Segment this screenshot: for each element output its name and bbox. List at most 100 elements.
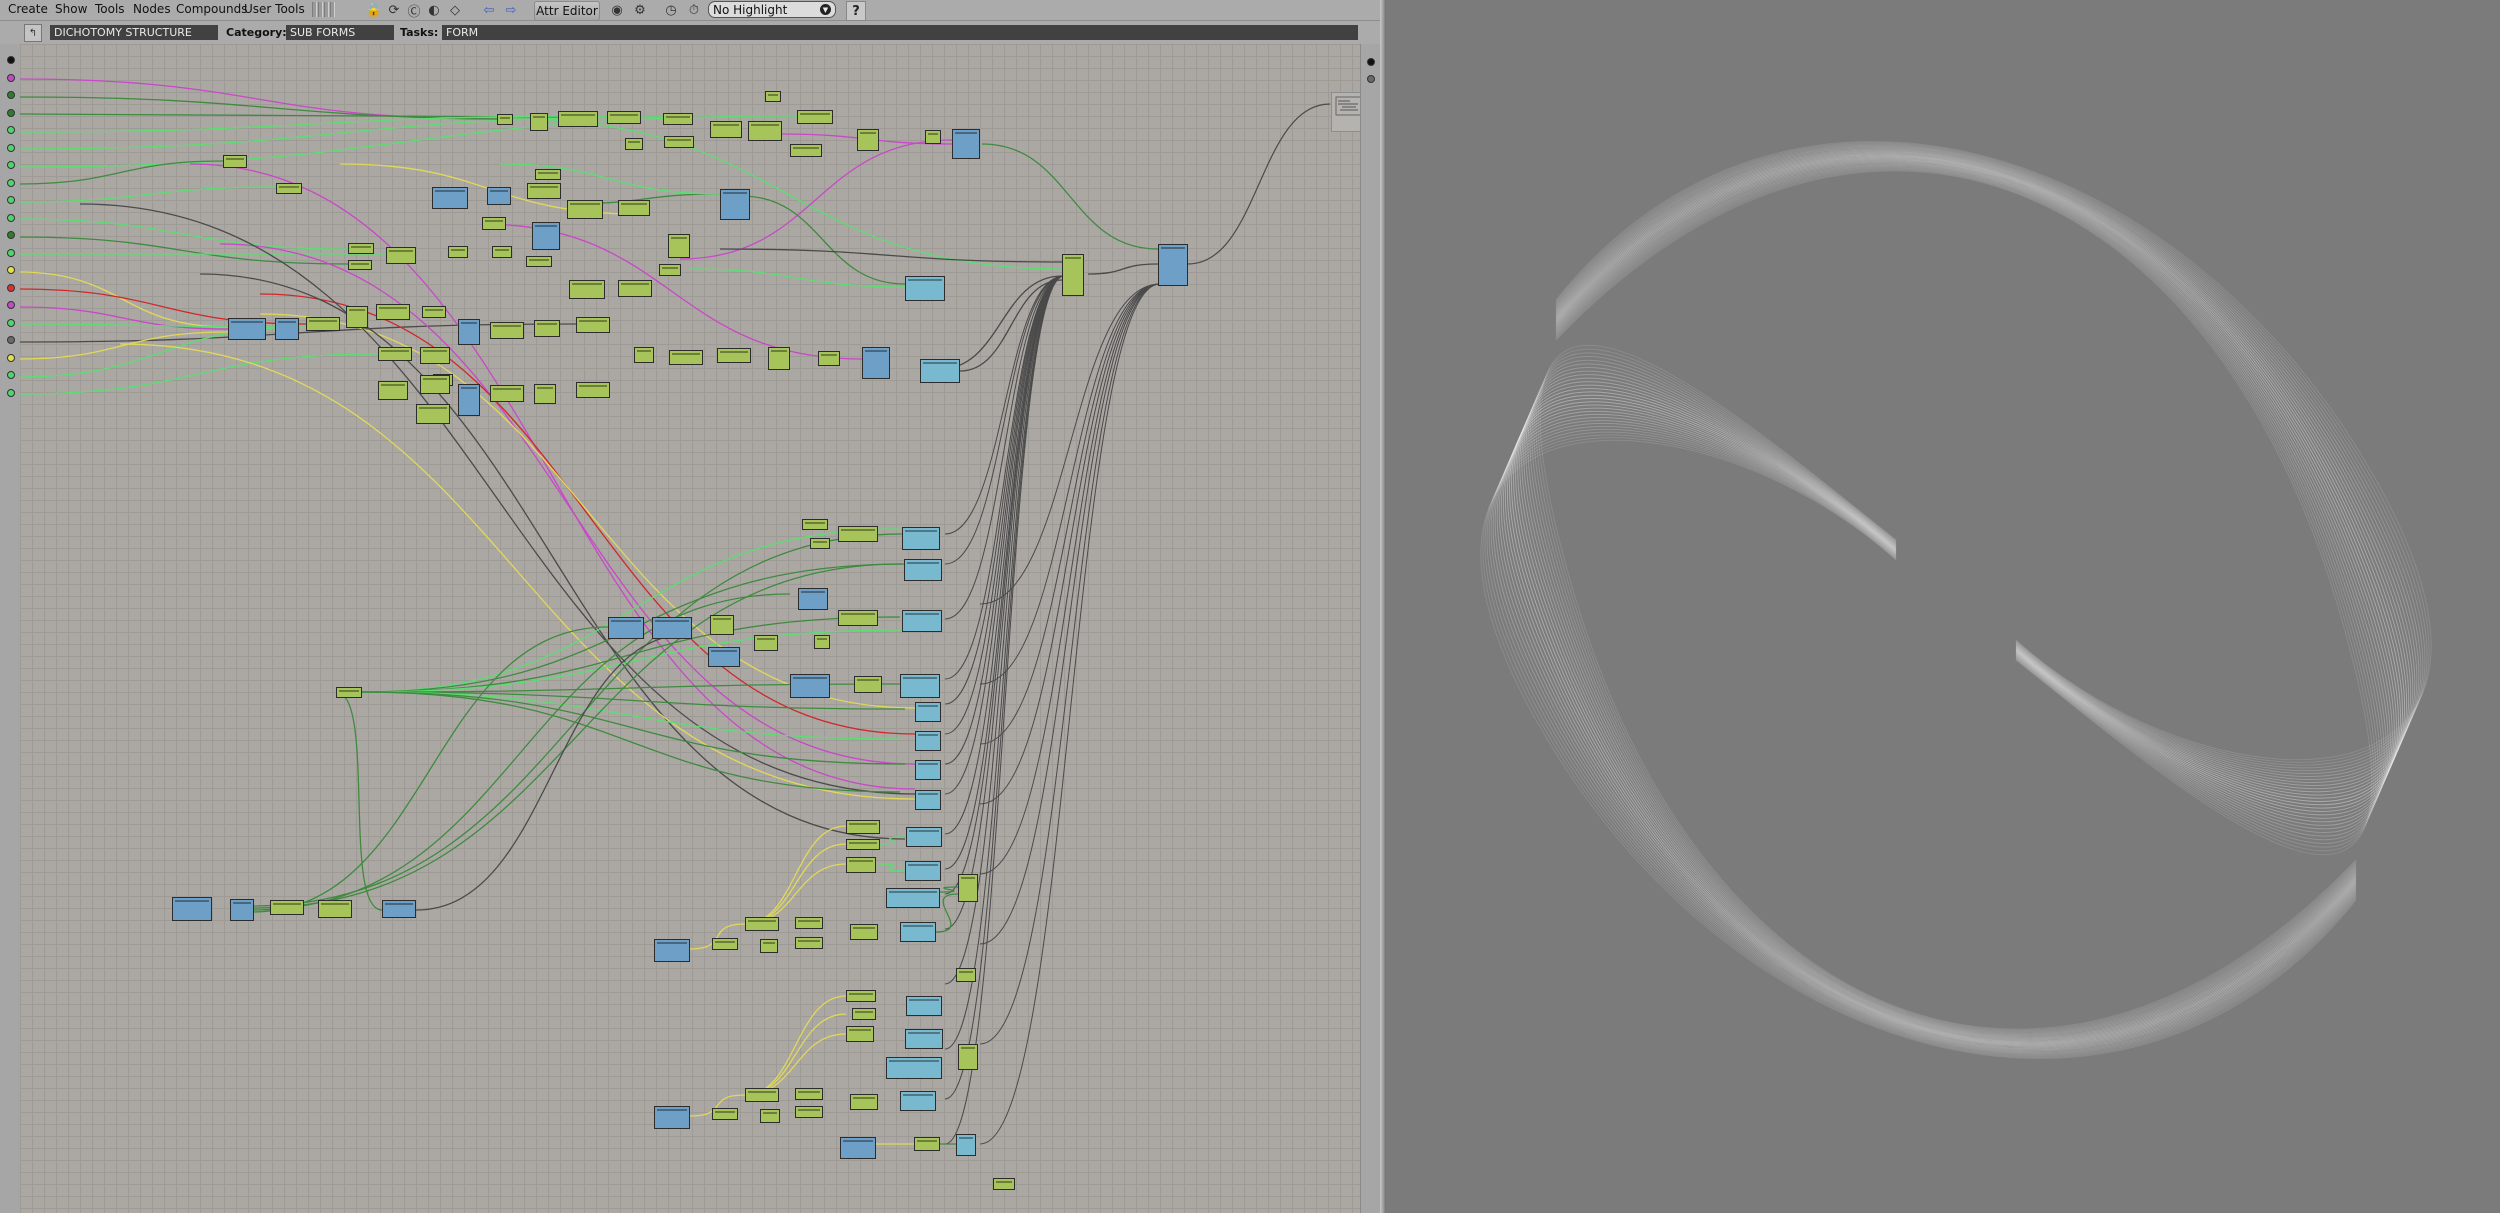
compound-node[interactable] bbox=[886, 888, 940, 908]
ice-node[interactable] bbox=[993, 1178, 1015, 1190]
ice-node[interactable] bbox=[306, 317, 340, 331]
ice-node[interactable] bbox=[795, 917, 823, 929]
ice-node[interactable] bbox=[850, 924, 878, 940]
compound-node[interactable] bbox=[906, 827, 942, 847]
ice-node[interactable] bbox=[492, 246, 512, 258]
ice-node[interactable] bbox=[378, 381, 408, 400]
ice-node[interactable] bbox=[276, 183, 302, 194]
ice-node[interactable] bbox=[386, 247, 416, 264]
compound-node[interactable] bbox=[654, 1106, 690, 1129]
ice-node[interactable] bbox=[797, 110, 833, 124]
ice-node[interactable] bbox=[223, 155, 247, 168]
ice-node[interactable] bbox=[846, 857, 876, 873]
ice-node[interactable] bbox=[348, 243, 374, 254]
highlight-select[interactable]: No Highlight ▼ bbox=[708, 1, 836, 18]
ice-node[interactable] bbox=[526, 256, 552, 267]
compound-node[interactable] bbox=[654, 939, 690, 962]
compound-node[interactable] bbox=[708, 647, 740, 667]
diamond-icon[interactable]: ◇ bbox=[446, 1, 464, 19]
ice-node[interactable] bbox=[659, 264, 681, 276]
ice-node[interactable] bbox=[448, 246, 468, 258]
input-port[interactable] bbox=[7, 248, 15, 257]
compound-node[interactable] bbox=[608, 617, 644, 639]
ice-node[interactable] bbox=[710, 121, 742, 138]
ice-node[interactable] bbox=[846, 1026, 874, 1042]
ice-node[interactable] bbox=[535, 169, 561, 180]
ice-node[interactable] bbox=[558, 111, 598, 127]
input-port[interactable] bbox=[7, 56, 15, 64]
compound-node[interactable] bbox=[920, 359, 960, 383]
node-graph-canvas[interactable] bbox=[20, 44, 1360, 1213]
ice-node[interactable] bbox=[810, 538, 830, 549]
compound-node[interactable] bbox=[915, 790, 941, 810]
ice-node[interactable] bbox=[668, 234, 690, 258]
ice-node[interactable] bbox=[745, 1088, 779, 1102]
ice-node[interactable] bbox=[914, 1137, 940, 1151]
compound-node[interactable] bbox=[905, 276, 945, 301]
ice-node[interactable] bbox=[802, 519, 828, 530]
menu-user-tools[interactable]: User Tools bbox=[244, 2, 305, 16]
ice-node[interactable] bbox=[663, 113, 693, 125]
settings-icon[interactable]: ⚙ bbox=[631, 1, 649, 19]
category-field[interactable]: SUB FORMS bbox=[286, 25, 394, 40]
ice-node[interactable] bbox=[850, 1094, 878, 1110]
timer-icon[interactable]: ⏱ bbox=[685, 1, 703, 19]
ice-node[interactable] bbox=[745, 917, 779, 931]
compound-node[interactable] bbox=[900, 674, 940, 698]
ice-node[interactable] bbox=[378, 347, 412, 361]
ice-node[interactable] bbox=[854, 676, 882, 693]
input-port[interactable] bbox=[7, 371, 15, 379]
help-icon[interactable]: ? bbox=[846, 1, 866, 21]
output-port[interactable] bbox=[1367, 75, 1375, 83]
ice-node[interactable] bbox=[569, 280, 605, 299]
menu-compounds[interactable]: Compounds bbox=[176, 2, 247, 16]
ice-node[interactable] bbox=[748, 121, 782, 141]
ice-node[interactable] bbox=[530, 113, 548, 131]
input-port[interactable] bbox=[7, 231, 15, 239]
ice-node[interactable] bbox=[1062, 254, 1084, 296]
compound-node[interactable] bbox=[905, 861, 941, 881]
ice-node[interactable] bbox=[527, 183, 561, 199]
compound-node[interactable] bbox=[1158, 244, 1188, 286]
ice-node[interactable] bbox=[846, 839, 880, 850]
compound-node[interactable] bbox=[915, 702, 941, 722]
refresh-icon[interactable]: ⟳ bbox=[385, 1, 403, 19]
ice-node[interactable] bbox=[846, 990, 876, 1002]
ice-node[interactable] bbox=[846, 820, 880, 834]
compound-node[interactable] bbox=[915, 760, 941, 780]
compound-node[interactable] bbox=[915, 731, 941, 751]
compound-node[interactable] bbox=[172, 897, 212, 921]
input-port[interactable] bbox=[7, 143, 15, 152]
input-port[interactable] bbox=[7, 91, 15, 99]
ice-node[interactable] bbox=[618, 280, 652, 297]
back-arrow-icon[interactable]: ⇦ bbox=[480, 1, 498, 19]
ice-node[interactable] bbox=[490, 385, 524, 402]
compound-node[interactable] bbox=[720, 189, 750, 220]
compound-node[interactable] bbox=[902, 527, 940, 550]
attr-editor-button[interactable]: Attr Editor bbox=[534, 1, 600, 21]
input-port[interactable] bbox=[7, 73, 15, 82]
ice-node[interactable] bbox=[534, 320, 560, 337]
tasks-field[interactable]: FORM bbox=[442, 25, 1358, 40]
input-port[interactable] bbox=[7, 318, 15, 327]
input-port[interactable] bbox=[7, 213, 15, 222]
lock-icon[interactable]: 🔒 bbox=[365, 1, 383, 19]
compound-node[interactable] bbox=[230, 899, 254, 921]
ice-node[interactable] bbox=[765, 91, 781, 102]
ice-node[interactable] bbox=[618, 200, 650, 216]
compound-node[interactable] bbox=[952, 129, 980, 159]
eye-icon[interactable]: ◉ bbox=[608, 1, 626, 19]
compound-node[interactable] bbox=[904, 559, 942, 581]
render-viewport[interactable] bbox=[1386, 0, 2500, 1213]
ice-node[interactable] bbox=[416, 404, 450, 424]
compound-node[interactable] bbox=[905, 1029, 943, 1049]
ice-node[interactable] bbox=[838, 526, 878, 542]
ice-node[interactable] bbox=[625, 138, 643, 150]
input-port[interactable] bbox=[7, 388, 15, 397]
compound-node[interactable] bbox=[228, 318, 266, 340]
menu-create[interactable]: Create bbox=[8, 2, 48, 16]
ice-node[interactable] bbox=[634, 347, 654, 363]
ice-node[interactable] bbox=[712, 938, 738, 950]
ice-node[interactable] bbox=[422, 306, 446, 318]
ice-node[interactable] bbox=[768, 347, 790, 370]
